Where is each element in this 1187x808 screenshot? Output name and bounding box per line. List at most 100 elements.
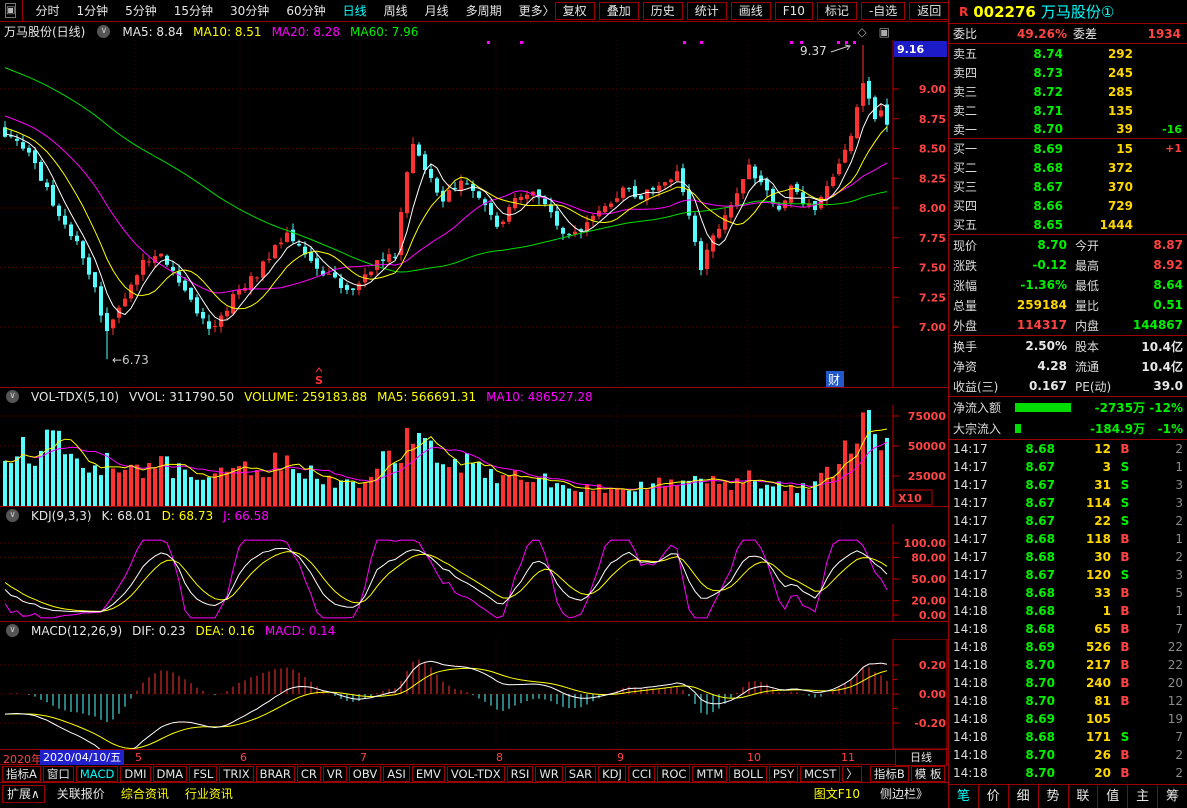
period-10[interactable]: 更多〉	[519, 2, 555, 19]
bottom-item-0[interactable]: 图文F10	[810, 785, 864, 802]
fund-flow-row-0: 净流入额-2735万-12%	[949, 397, 1187, 418]
period-3[interactable]: 15分钟	[174, 2, 213, 19]
svg-text:20.00: 20.00	[911, 595, 946, 608]
indicator-tab-15[interactable]: WR	[535, 766, 562, 782]
chevron-down-icon[interactable]: ∨	[97, 25, 110, 38]
svg-text:50000: 50000	[908, 440, 947, 453]
chevron-down-icon[interactable]: ∨	[6, 390, 19, 403]
diamond-icon[interactable]: ◇	[857, 25, 866, 39]
indicator-tab-1[interactable]: 窗口	[43, 766, 74, 782]
weicha-label: 委差	[1073, 25, 1097, 42]
period-8[interactable]: 月线	[425, 2, 449, 19]
ticker-row-7: 14:178.67120S3	[949, 566, 1187, 584]
indicator-tab-0[interactable]: 指标A	[2, 766, 41, 782]
period-4[interactable]: 30分钟	[230, 2, 269, 19]
period-9[interactable]: 多周期	[466, 2, 502, 19]
indicator-tab-24[interactable]: 〉	[842, 766, 862, 782]
ticker-row-6: 14:178.6830B2	[949, 548, 1187, 566]
tool-3[interactable]: 统计	[687, 2, 727, 20]
indicator-tab-17[interactable]: KDJ	[598, 766, 626, 782]
indicator-tab-8[interactable]: CR	[297, 766, 321, 782]
indicator-tab-10[interactable]: OBV	[349, 766, 381, 782]
svg-text:9.16: 9.16	[897, 43, 924, 56]
period-indicator[interactable]: 日线	[895, 749, 947, 766]
indicator-tab-21[interactable]: BOLL	[729, 766, 767, 782]
indicator-tab-19[interactable]: ROC	[657, 766, 690, 782]
indicator-tab-6[interactable]: TRIX	[219, 766, 253, 782]
volume-chart[interactable]: 750005000025000X10	[0, 405, 948, 507]
panel-tab-5[interactable]: 值	[1097, 785, 1127, 808]
r-flag: R	[959, 5, 968, 19]
indicator-tab-18[interactable]: CCI	[628, 766, 655, 782]
bottom-item-3[interactable]: 行业资讯	[181, 785, 237, 803]
panel-tab-7[interactable]: 筹	[1157, 785, 1187, 808]
svg-text:75000: 75000	[908, 410, 947, 423]
bottom-item-1[interactable]: 侧边栏》	[876, 785, 932, 802]
tool-4[interactable]: 画线	[731, 2, 771, 20]
tool-5[interactable]: F10	[775, 2, 813, 20]
selected-date[interactable]: 2020/04/10/五	[40, 750, 124, 765]
indicator-tab-3[interactable]: DMI	[120, 766, 150, 782]
indicator-tab-5[interactable]: FSL	[189, 766, 217, 782]
order-book-row-卖三[interactable]: 卖三8.72285	[949, 82, 1187, 101]
indicator-tab-26[interactable]: 模 板	[911, 766, 946, 782]
indicator-tab-7[interactable]: BRAR	[256, 766, 295, 782]
period-7[interactable]: 周线	[384, 2, 408, 19]
panel-tab-6[interactable]: 主	[1127, 785, 1157, 808]
indicator-tab-2[interactable]: MACD	[76, 766, 118, 782]
panel-tab-1[interactable]: 价	[978, 785, 1008, 808]
period-1[interactable]: 1分钟	[76, 2, 108, 19]
indicator-tab-12[interactable]: EMV	[412, 766, 445, 782]
main-chart-header: 万马股份(日线) ∨ MA5: 8.84 MA10: 8.51 MA20: 8.…	[0, 23, 948, 40]
period-0[interactable]: 分时	[35, 2, 59, 19]
indicator-tab-9[interactable]: VR	[323, 766, 347, 782]
order-book-row-卖二[interactable]: 卖二8.71135	[949, 101, 1187, 120]
svg-text:-0.20: -0.20	[914, 717, 946, 730]
panel-tab-2[interactable]: 细	[1008, 785, 1038, 808]
tool-0[interactable]: 复权	[555, 2, 595, 20]
indicator-tab-14[interactable]: RSI	[507, 766, 534, 782]
order-book-row-买五[interactable]: 买五8.651444	[949, 215, 1187, 234]
macd-pane-header: ∨ MACD(12,26,9) DIF: 0.23 DEA: 0.16 MACD…	[0, 622, 948, 639]
tool-2[interactable]: 历史	[643, 2, 683, 20]
order-book-row-卖五[interactable]: 卖五8.74292	[949, 44, 1187, 63]
tool-1[interactable]: 叠加	[599, 2, 639, 20]
ticker-row-8: 14:188.6833B5	[949, 584, 1187, 602]
indicator-tab-11[interactable]: ASI	[383, 766, 410, 782]
indicator-tab-4[interactable]: DMA	[153, 766, 188, 782]
tool-6[interactable]: 标记	[817, 2, 857, 20]
window-layout-icon[interactable]: ▣	[5, 3, 16, 18]
bottom-item-1[interactable]: 关联报价	[53, 785, 109, 803]
kdj-chart[interactable]: 100.0080.0050.0020.000.00	[0, 524, 948, 622]
panel-tab-3[interactable]: 势	[1038, 785, 1068, 808]
panel-tab-4[interactable]: 联	[1068, 785, 1098, 808]
bottom-item-2[interactable]: 综合资讯	[117, 785, 173, 803]
indicator-tab-20[interactable]: MTM	[692, 766, 727, 782]
period-2[interactable]: 5分钟	[125, 2, 157, 19]
candlestick-chart[interactable]: 9.008.758.508.258.007.757.507.257.009.16…	[0, 40, 948, 388]
order-book-row-卖四[interactable]: 卖四8.73245	[949, 63, 1187, 82]
indicator-tab-13[interactable]: VOL-TDX	[447, 766, 505, 782]
order-book-row-买四[interactable]: 买四8.66729	[949, 196, 1187, 215]
month-label-10: 10	[747, 751, 761, 764]
macd-chart[interactable]: 0.200.00-0.20	[0, 639, 948, 750]
indicator-tab-25[interactable]: 指标B	[870, 766, 909, 782]
month-label-11: 11	[841, 751, 855, 764]
indicator-tab-22[interactable]: PSY	[769, 766, 798, 782]
order-book-row-买三[interactable]: 买三8.67370	[949, 177, 1187, 196]
chevron-down-icon[interactable]: ∨	[6, 509, 19, 522]
period-5[interactable]: 60分钟	[286, 2, 325, 19]
order-book-row-买一[interactable]: 买一8.6915+1	[949, 139, 1187, 158]
quote-details-2: 换手2.50%股本10.4亿净资4.28流通10.4亿收益(三)0.167PE(…	[949, 336, 1187, 397]
tool-8[interactable]: 返回	[909, 2, 949, 20]
period-6[interactable]: 日线	[343, 2, 367, 19]
order-book-row-卖一[interactable]: 卖一8.7039-16	[949, 120, 1187, 139]
bottom-item-0[interactable]: 扩展∧	[2, 785, 45, 803]
chevron-down-icon[interactable]: ∨	[6, 624, 19, 637]
pane-split-icon[interactable]: ▣	[879, 25, 890, 39]
indicator-tab-16[interactable]: SAR	[565, 766, 596, 782]
panel-tab-0[interactable]: 笔	[949, 785, 978, 808]
order-book-row-买二[interactable]: 买二8.68372	[949, 158, 1187, 177]
indicator-tab-23[interactable]: MCST	[800, 766, 840, 782]
tool-7[interactable]: -自选	[861, 2, 905, 20]
